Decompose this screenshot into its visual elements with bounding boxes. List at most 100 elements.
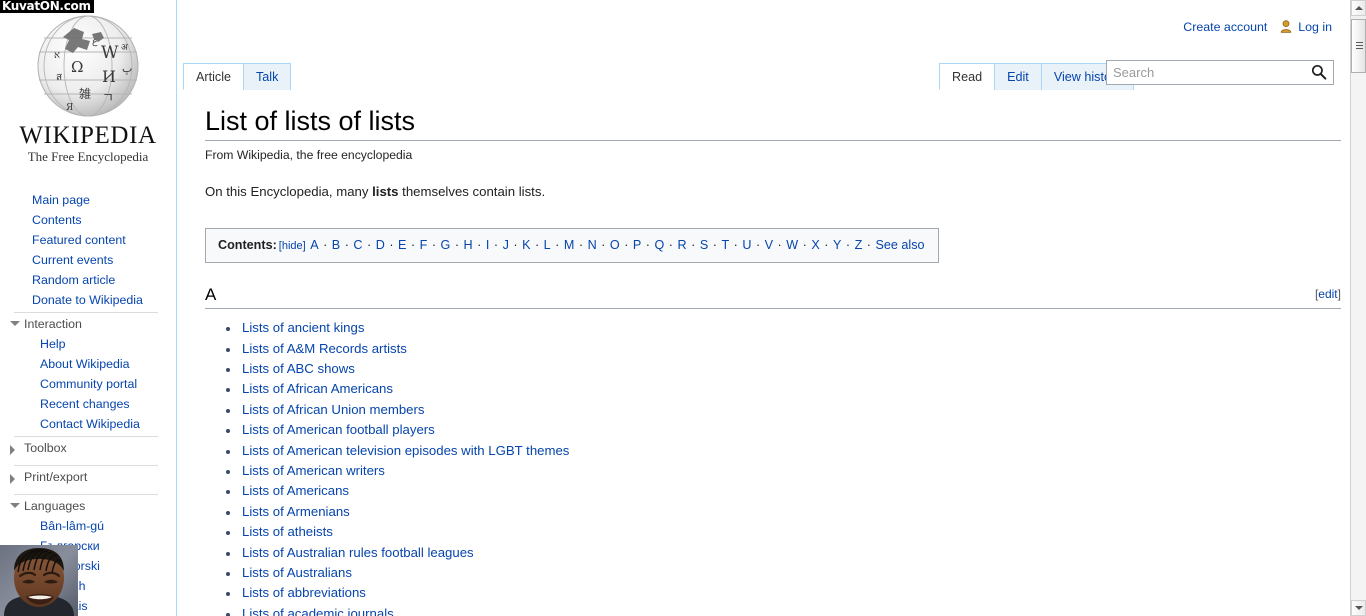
sidebar-link-random-article[interactable]: Random article	[32, 273, 115, 287]
tab-edit[interactable]: Edit	[994, 63, 1042, 90]
contents-link-s[interactable]: S	[700, 238, 708, 252]
contents-link-e[interactable]: E	[398, 238, 406, 252]
contents-link-w[interactable]: W	[786, 238, 798, 252]
list-item-link[interactable]: Lists of atheists	[242, 524, 333, 539]
search-button[interactable]	[1307, 63, 1331, 84]
contents-link-b[interactable]: B	[332, 238, 340, 252]
sidebar-link-about[interactable]: About Wikipedia	[40, 357, 130, 371]
contents-link-p[interactable]: P	[633, 238, 641, 252]
contents-link-d[interactable]: D	[376, 238, 385, 252]
contents-link-a[interactable]: A	[310, 238, 318, 252]
chevron-down-icon[interactable]	[10, 321, 20, 326]
contents-link-l[interactable]: L	[544, 238, 551, 252]
tab-read[interactable]: Read	[939, 63, 996, 90]
contents-link-v[interactable]: V	[765, 238, 773, 252]
contents-link-k[interactable]: K	[522, 238, 530, 252]
sidebar-link-donate[interactable]: Donate to Wikipedia	[32, 293, 143, 307]
list-item-link[interactable]: Lists of Australian rules football leagu…	[242, 545, 474, 560]
log-in-link[interactable]: Log in	[1298, 20, 1332, 34]
portlet-title-interaction: Interaction	[24, 317, 82, 331]
contents-hide-link[interactable]: [hide]	[279, 240, 306, 252]
chevron-right-icon[interactable]	[10, 474, 15, 484]
list-item-link[interactable]: Lists of American football players	[242, 422, 435, 437]
contents-link-g[interactable]: G	[441, 238, 451, 252]
list-item-link[interactable]: Lists of academic journals	[242, 606, 394, 616]
contents-link-c[interactable]: C	[353, 238, 362, 252]
sidebar-link-contact[interactable]: Contact Wikipedia	[40, 417, 140, 431]
wikipedia-logo[interactable]: Ω W И 雑 ㄱ א ส अ پ ع Я WIKIPEDIA The Free	[0, 10, 176, 170]
sidebar-link-main-page[interactable]: Main page	[32, 193, 90, 207]
portlet-header-interaction[interactable]: Interaction	[0, 316, 176, 332]
tab-talk[interactable]: Talk	[243, 63, 292, 90]
list-item-link[interactable]: Lists of American writers	[242, 463, 385, 478]
sidebar-item-featured-content[interactable]: Featured content	[32, 230, 172, 250]
sidebar-item-recent-changes[interactable]: Recent changes	[40, 394, 176, 414]
contents-separator: ·	[490, 238, 502, 253]
list-item-link[interactable]: Lists of abbreviations	[242, 585, 366, 600]
scrollbar-grip-icon	[1356, 42, 1363, 50]
language-link-1[interactable]: Bân-lâm-gú	[40, 519, 104, 533]
scrollbar-track[interactable]	[1351, 73, 1366, 600]
contents-link-r[interactable]: R	[678, 238, 687, 252]
scroll-down-arrow-icon[interactable]	[1351, 600, 1366, 616]
sidebar-link-current-events[interactable]: Current events	[32, 253, 113, 267]
sidebar-divider-3	[14, 465, 158, 466]
search-box[interactable]	[1106, 60, 1334, 85]
contents-link-m[interactable]: M	[564, 238, 575, 252]
list-item-link[interactable]: Lists of A&M Records artists	[242, 341, 407, 356]
contents-separator: ·	[428, 238, 440, 253]
sidebar-portlet-interaction: Interaction Help About Wikipedia Communi…	[0, 316, 176, 434]
sidebar-item-contents[interactable]: Contents	[32, 210, 172, 230]
sidebar-item-donate[interactable]: Donate to Wikipedia	[32, 290, 172, 310]
language-item-1[interactable]: Bân-lâm-gú	[40, 516, 176, 536]
contents-link-x[interactable]: X	[811, 238, 819, 252]
sidebar-item-random-article[interactable]: Random article	[32, 270, 172, 290]
contents-link-j[interactable]: J	[503, 238, 509, 252]
sidebar-item-about[interactable]: About Wikipedia	[40, 354, 176, 374]
chevron-down-icon[interactable]	[10, 503, 20, 508]
sidebar-item-current-events[interactable]: Current events	[32, 250, 172, 270]
list-item-link[interactable]: Lists of ABC shows	[242, 361, 355, 376]
edit-link[interactable]: edit	[1318, 287, 1337, 301]
contents-link-f[interactable]: F	[420, 238, 428, 252]
tab-article[interactable]: Article	[183, 63, 244, 90]
contents-link-t[interactable]: T	[721, 238, 729, 252]
sidebar-link-recent-changes[interactable]: Recent changes	[40, 397, 130, 411]
sidebar-link-featured-content[interactable]: Featured content	[32, 233, 126, 247]
contents-link-u[interactable]: U	[742, 238, 751, 252]
contents-link-z[interactable]: Z	[855, 238, 863, 252]
contents-link-i[interactable]: I	[486, 238, 490, 252]
list-of-lists: Lists of ancient kings Lists of A&M Recor…	[205, 318, 1341, 616]
create-account-link[interactable]: Create account	[1183, 20, 1267, 34]
portlet-header-languages[interactable]: Languages	[0, 498, 176, 514]
list-item-link[interactable]: Lists of American television episodes wi…	[242, 443, 569, 458]
portlet-header-toolbox[interactable]: Toolbox	[0, 440, 176, 456]
contents-link-see-also[interactable]: See also	[875, 238, 924, 252]
sidebar-link-community-portal[interactable]: Community portal	[40, 377, 137, 391]
list-item-link[interactable]: Lists of Australians	[242, 565, 352, 580]
vertical-scrollbar[interactable]	[1350, 0, 1366, 616]
sidebar-item-main-page[interactable]: Main page	[32, 190, 172, 210]
sidebar-item-community-portal[interactable]: Community portal	[40, 374, 176, 394]
sidebar-link-help[interactable]: Help	[40, 337, 65, 351]
list-item-link[interactable]: Lists of African Americans	[242, 381, 393, 396]
sidebar-link-contents[interactable]: Contents	[32, 213, 82, 227]
scrollbar-thumb[interactable]	[1351, 19, 1366, 73]
contents-separator: ·	[575, 238, 587, 253]
scroll-up-arrow-icon[interactable]	[1351, 0, 1366, 16]
contents-link-n[interactable]: N	[588, 238, 597, 252]
contents-link-o[interactable]: O	[610, 238, 620, 252]
search-input[interactable]	[1107, 61, 1305, 84]
contents-link-q[interactable]: Q	[655, 238, 665, 252]
list-item-link[interactable]: Lists of ancient kings	[242, 320, 364, 335]
list-item-link[interactable]: Lists of African Union members	[242, 402, 425, 417]
chevron-right-icon[interactable]	[10, 445, 15, 455]
list-item-link[interactable]: Lists of Armenians	[242, 504, 350, 519]
contents-link-h[interactable]: H	[464, 238, 473, 252]
list-item-link[interactable]: Lists of Americans	[242, 483, 349, 498]
sidebar-item-contact[interactable]: Contact Wikipedia	[40, 414, 176, 434]
portlet-header-print-export[interactable]: Print/export	[0, 469, 176, 485]
user-icon	[1280, 20, 1292, 36]
contents-link-y[interactable]: Y	[833, 238, 841, 252]
sidebar-item-help[interactable]: Help	[40, 334, 176, 354]
